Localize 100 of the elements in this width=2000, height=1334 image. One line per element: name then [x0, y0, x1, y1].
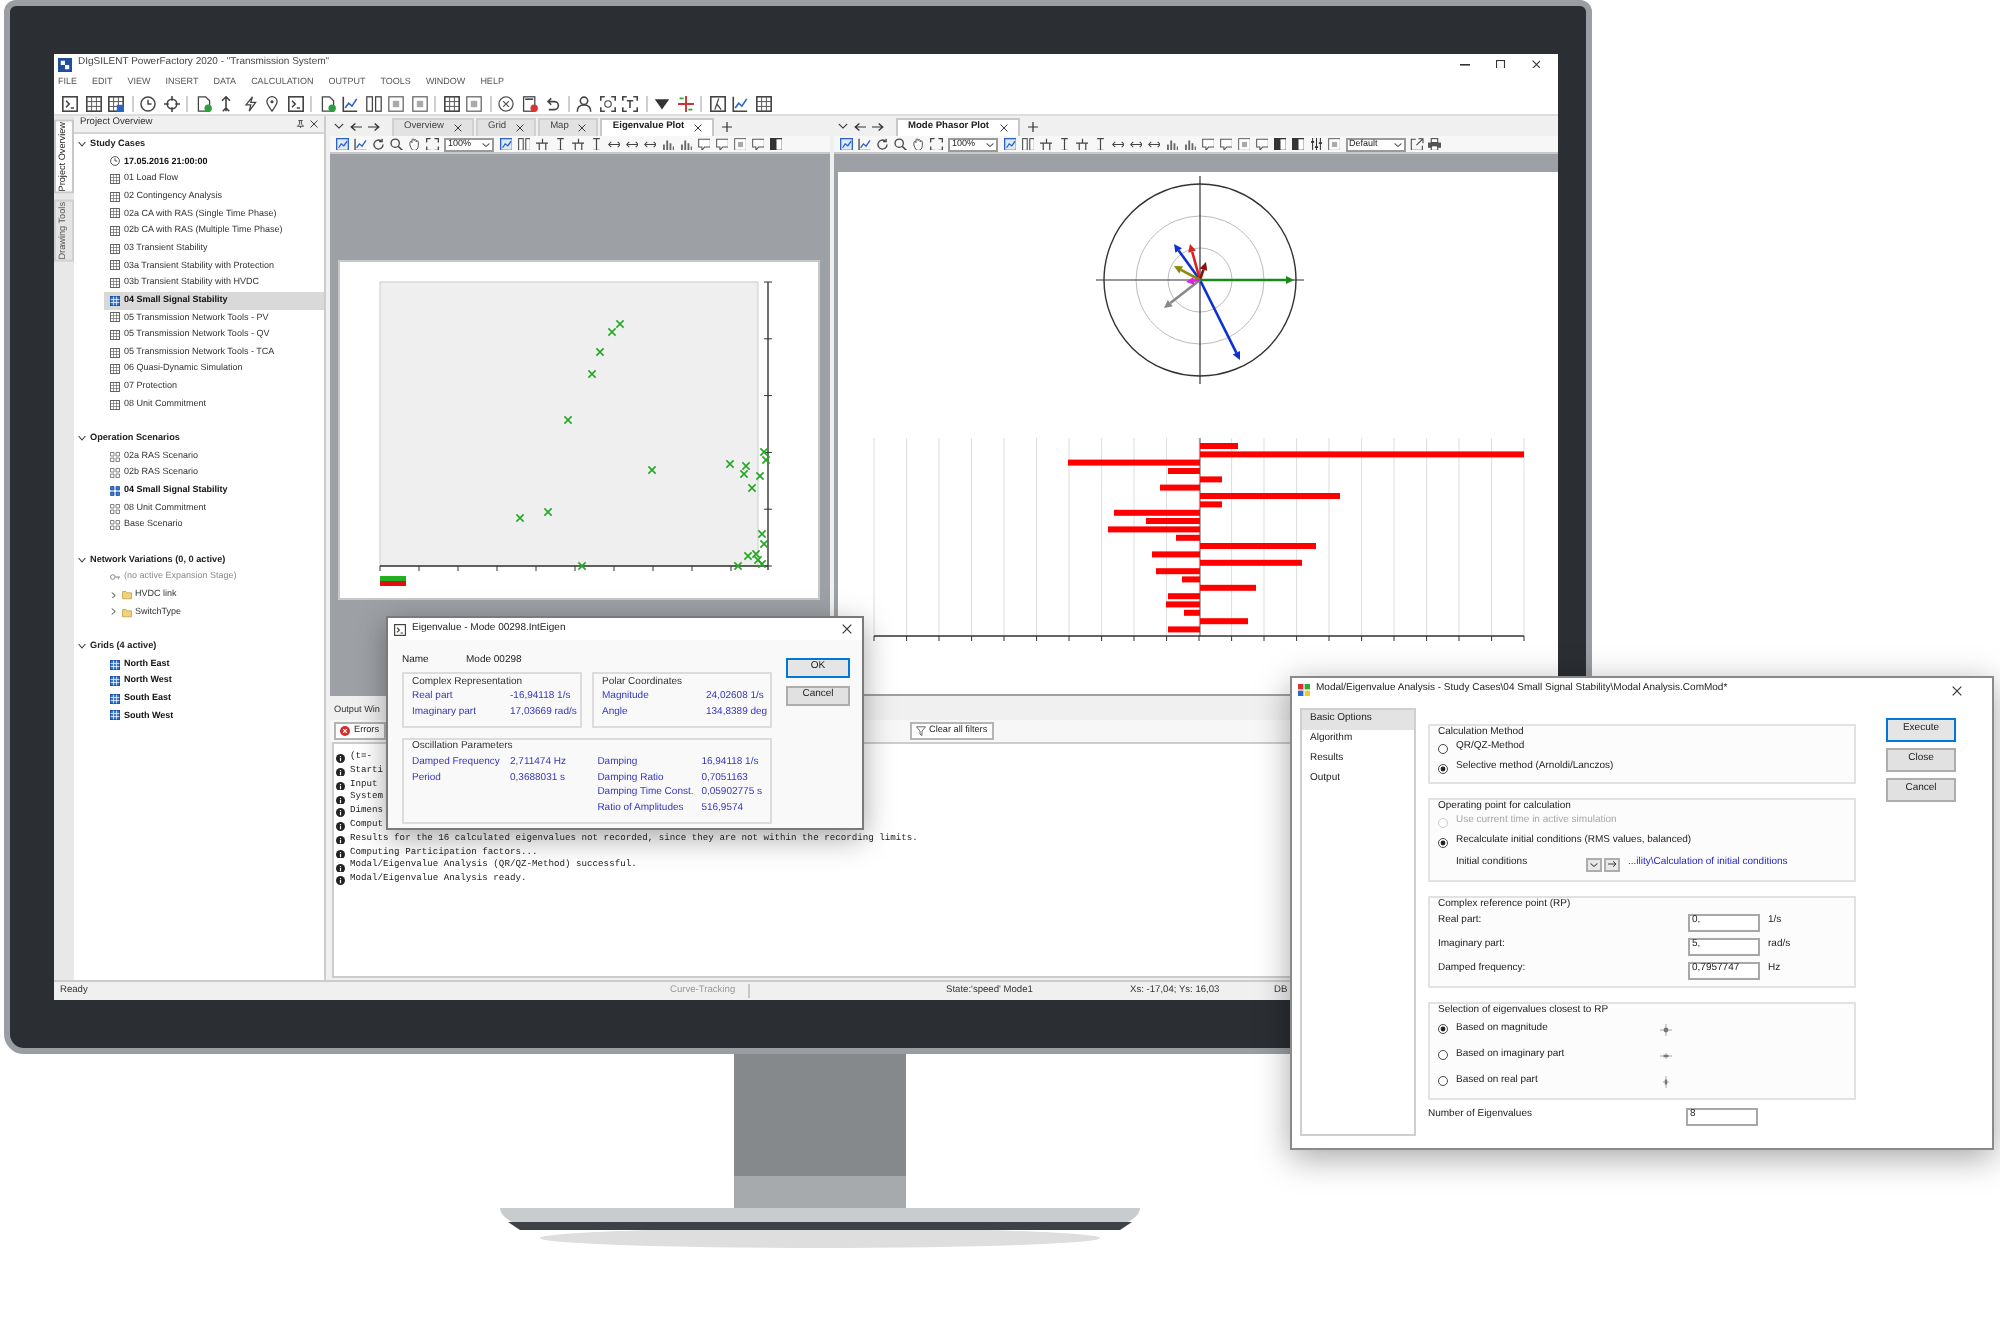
cancel-circle-icon[interactable] — [498, 95, 514, 111]
radio-button[interactable] — [1438, 743, 1448, 753]
close-icon[interactable] — [1952, 685, 1962, 695]
maximize-icon[interactable] — [1496, 59, 1505, 69]
columns-icon[interactable] — [1021, 137, 1034, 151]
chevron-right-icon[interactable] — [110, 608, 117, 616]
bar-chart-icon[interactable] — [1183, 137, 1196, 151]
square-icon[interactable] — [388, 95, 404, 111]
colored-cross-icon[interactable] — [677, 95, 693, 111]
terminal-icon[interactable] — [62, 95, 78, 111]
location-pin-icon[interactable] — [264, 95, 280, 111]
dimension-icon[interactable] — [553, 137, 566, 151]
text-frame-icon[interactable] — [622, 95, 638, 111]
line-chart-icon[interactable] — [354, 137, 367, 151]
hand-icon[interactable] — [912, 137, 925, 151]
plus-icon[interactable] — [1027, 121, 1038, 131]
arrow-left-icon[interactable] — [854, 121, 866, 131]
search-icon[interactable] — [390, 137, 403, 151]
horizontal-arrows-icon[interactable] — [607, 137, 620, 151]
arrow-right-icon[interactable] — [368, 121, 380, 131]
square-icon[interactable] — [1237, 137, 1250, 151]
triangle-down-icon[interactable] — [654, 95, 670, 111]
close-icon[interactable] — [999, 124, 1008, 132]
refresh-icon[interactable] — [876, 137, 889, 151]
lightning-icon[interactable] — [241, 95, 257, 111]
crosshair-icon[interactable] — [163, 95, 179, 111]
undo-arrow-icon[interactable] — [544, 95, 560, 111]
document-icon[interactable] — [319, 95, 335, 111]
chevron-down-icon[interactable] — [334, 122, 344, 130]
pushpin-icon[interactable] — [295, 119, 304, 129]
radio-button[interactable] — [1438, 763, 1448, 773]
chart-select-icon[interactable] — [840, 137, 853, 151]
square-icon[interactable] — [733, 137, 746, 151]
terminal-icon[interactable] — [287, 95, 303, 111]
busbar-icon[interactable] — [571, 137, 584, 151]
horizontal-arrows-icon[interactable] — [625, 137, 638, 151]
arrows-icon[interactable] — [218, 95, 234, 111]
person-icon[interactable] — [576, 95, 592, 111]
busbar-icon[interactable] — [535, 137, 548, 151]
chevron-down-icon[interactable] — [78, 556, 86, 565]
columns-icon[interactable] — [365, 95, 381, 111]
square-icon[interactable] — [1327, 137, 1340, 151]
line-chart-icon[interactable] — [858, 137, 871, 151]
frame-corners-icon[interactable] — [599, 95, 615, 111]
arrow-right-icon[interactable] — [872, 121, 884, 131]
busbar-icon[interactable] — [1039, 137, 1052, 151]
document-icon[interactable] — [195, 95, 211, 111]
lambda-icon[interactable] — [709, 95, 725, 111]
fit-screen-icon[interactable] — [426, 137, 439, 151]
split-view-icon[interactable] — [769, 137, 782, 151]
columns-icon[interactable] — [517, 137, 530, 151]
line-chart-icon[interactable] — [342, 95, 358, 111]
square-icon[interactable] — [466, 95, 482, 111]
chart-select-icon[interactable] — [499, 137, 512, 151]
export-icon[interactable] — [1410, 137, 1423, 151]
clock-icon[interactable] — [140, 95, 156, 111]
close-icon[interactable] — [310, 120, 318, 128]
close-icon[interactable] — [694, 124, 703, 132]
chevron-down-icon[interactable] — [78, 434, 86, 443]
chevron-down-icon[interactable] — [78, 140, 86, 149]
comment-icon[interactable] — [1255, 137, 1268, 151]
printer-icon[interactable] — [1428, 137, 1441, 151]
radio-button[interactable] — [1438, 837, 1448, 847]
chevron-down-icon[interactable] — [78, 642, 86, 651]
radio-button[interactable] — [1438, 1024, 1448, 1034]
busbar-icon[interactable] — [1075, 137, 1088, 151]
search-icon[interactable] — [894, 137, 907, 151]
close-icon[interactable] — [842, 624, 852, 634]
bar-chart-icon[interactable] — [679, 137, 692, 151]
radio-button[interactable] — [1438, 1076, 1448, 1086]
plus-icon[interactable] — [722, 121, 733, 131]
bar-chart-icon[interactable] — [1165, 137, 1178, 151]
chart-select-icon[interactable] — [336, 137, 349, 151]
arrow-left-icon[interactable] — [350, 121, 362, 131]
sliders-icon[interactable] — [1309, 137, 1322, 151]
close-icon[interactable] — [516, 124, 525, 132]
hand-icon[interactable] — [408, 137, 421, 151]
chevron-right-icon[interactable] — [110, 591, 117, 599]
fit-screen-icon[interactable] — [930, 137, 943, 151]
refresh-icon[interactable] — [372, 137, 385, 151]
line-chart-icon[interactable] — [732, 95, 748, 111]
comment-icon[interactable] — [751, 137, 764, 151]
horizontal-arrows-icon[interactable] — [643, 137, 656, 151]
dimension-icon[interactable] — [1057, 137, 1070, 151]
close-icon[interactable] — [1531, 59, 1540, 69]
close-icon[interactable] — [454, 124, 462, 132]
table-icon[interactable] — [755, 95, 771, 111]
dimension-icon[interactable] — [1093, 137, 1106, 151]
horizontal-arrows-icon[interactable] — [1129, 137, 1142, 151]
jump-button[interactable] — [1604, 857, 1620, 871]
table-icon[interactable] — [85, 95, 101, 111]
grid-icon[interactable] — [108, 95, 124, 111]
horizontal-arrows-icon[interactable] — [1147, 137, 1160, 151]
radio-button[interactable] — [1438, 1050, 1448, 1060]
calculator-icon[interactable] — [521, 95, 537, 111]
chart-select-icon[interactable] — [1003, 137, 1016, 151]
square-icon[interactable] — [411, 95, 427, 111]
table-icon[interactable] — [443, 95, 459, 111]
chevron-down-icon[interactable] — [838, 122, 848, 130]
dimension-icon[interactable] — [589, 137, 602, 151]
